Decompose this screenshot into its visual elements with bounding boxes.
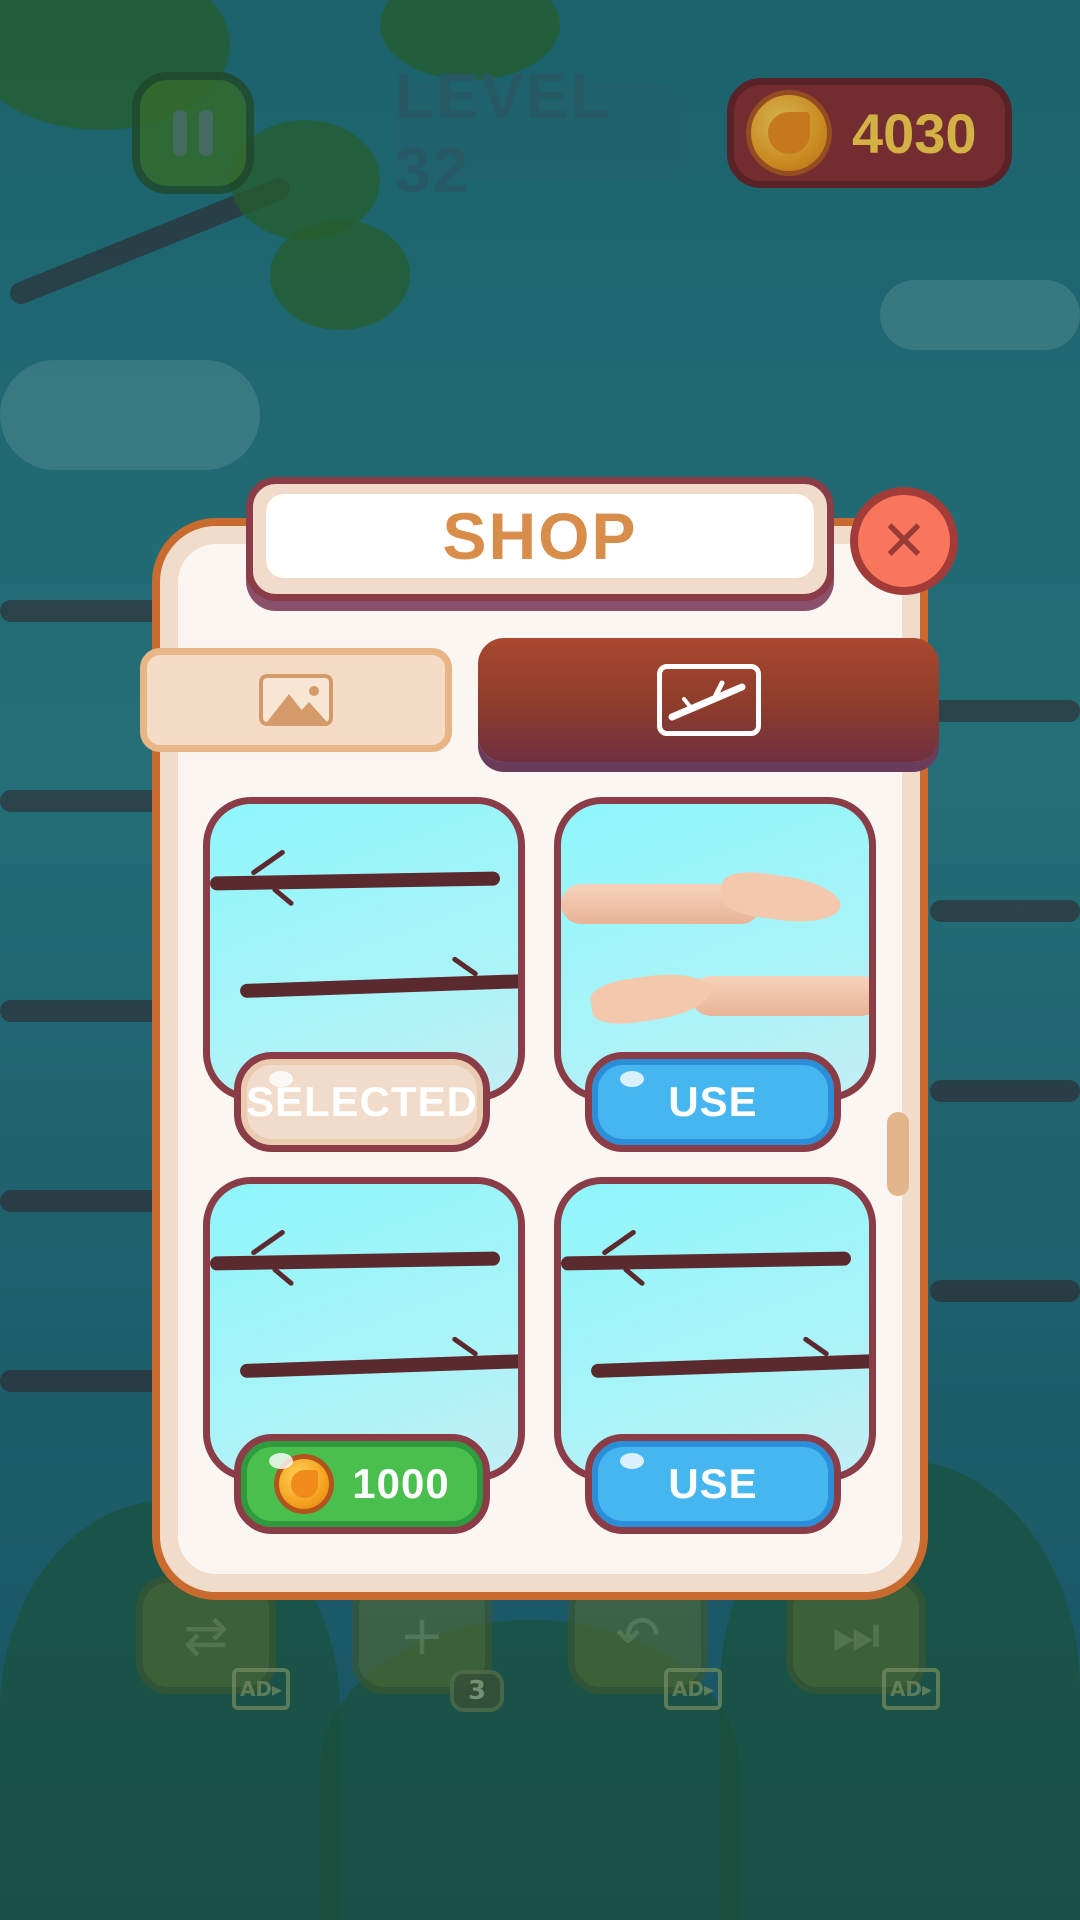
selected-button[interactable]: SELECTED <box>234 1052 490 1152</box>
price-label: 1000 <box>352 1460 450 1507</box>
tab-branches[interactable] <box>478 638 939 762</box>
use-label: USE <box>668 1078 758 1125</box>
branch-icon <box>656 664 761 736</box>
shop-title: SHOP <box>266 494 814 578</box>
scrollbar-thumb[interactable] <box>887 1112 909 1196</box>
tab-backgrounds[interactable] <box>140 648 452 752</box>
use-button[interactable]: USE <box>585 1052 841 1152</box>
use-button[interactable]: USE <box>585 1434 841 1534</box>
close-button[interactable]: ✕ <box>850 487 958 595</box>
buy-button[interactable]: 1000 <box>234 1434 490 1534</box>
close-icon: ✕ <box>880 508 928 574</box>
image-icon <box>259 674 333 726</box>
use-label: USE <box>668 1460 758 1507</box>
